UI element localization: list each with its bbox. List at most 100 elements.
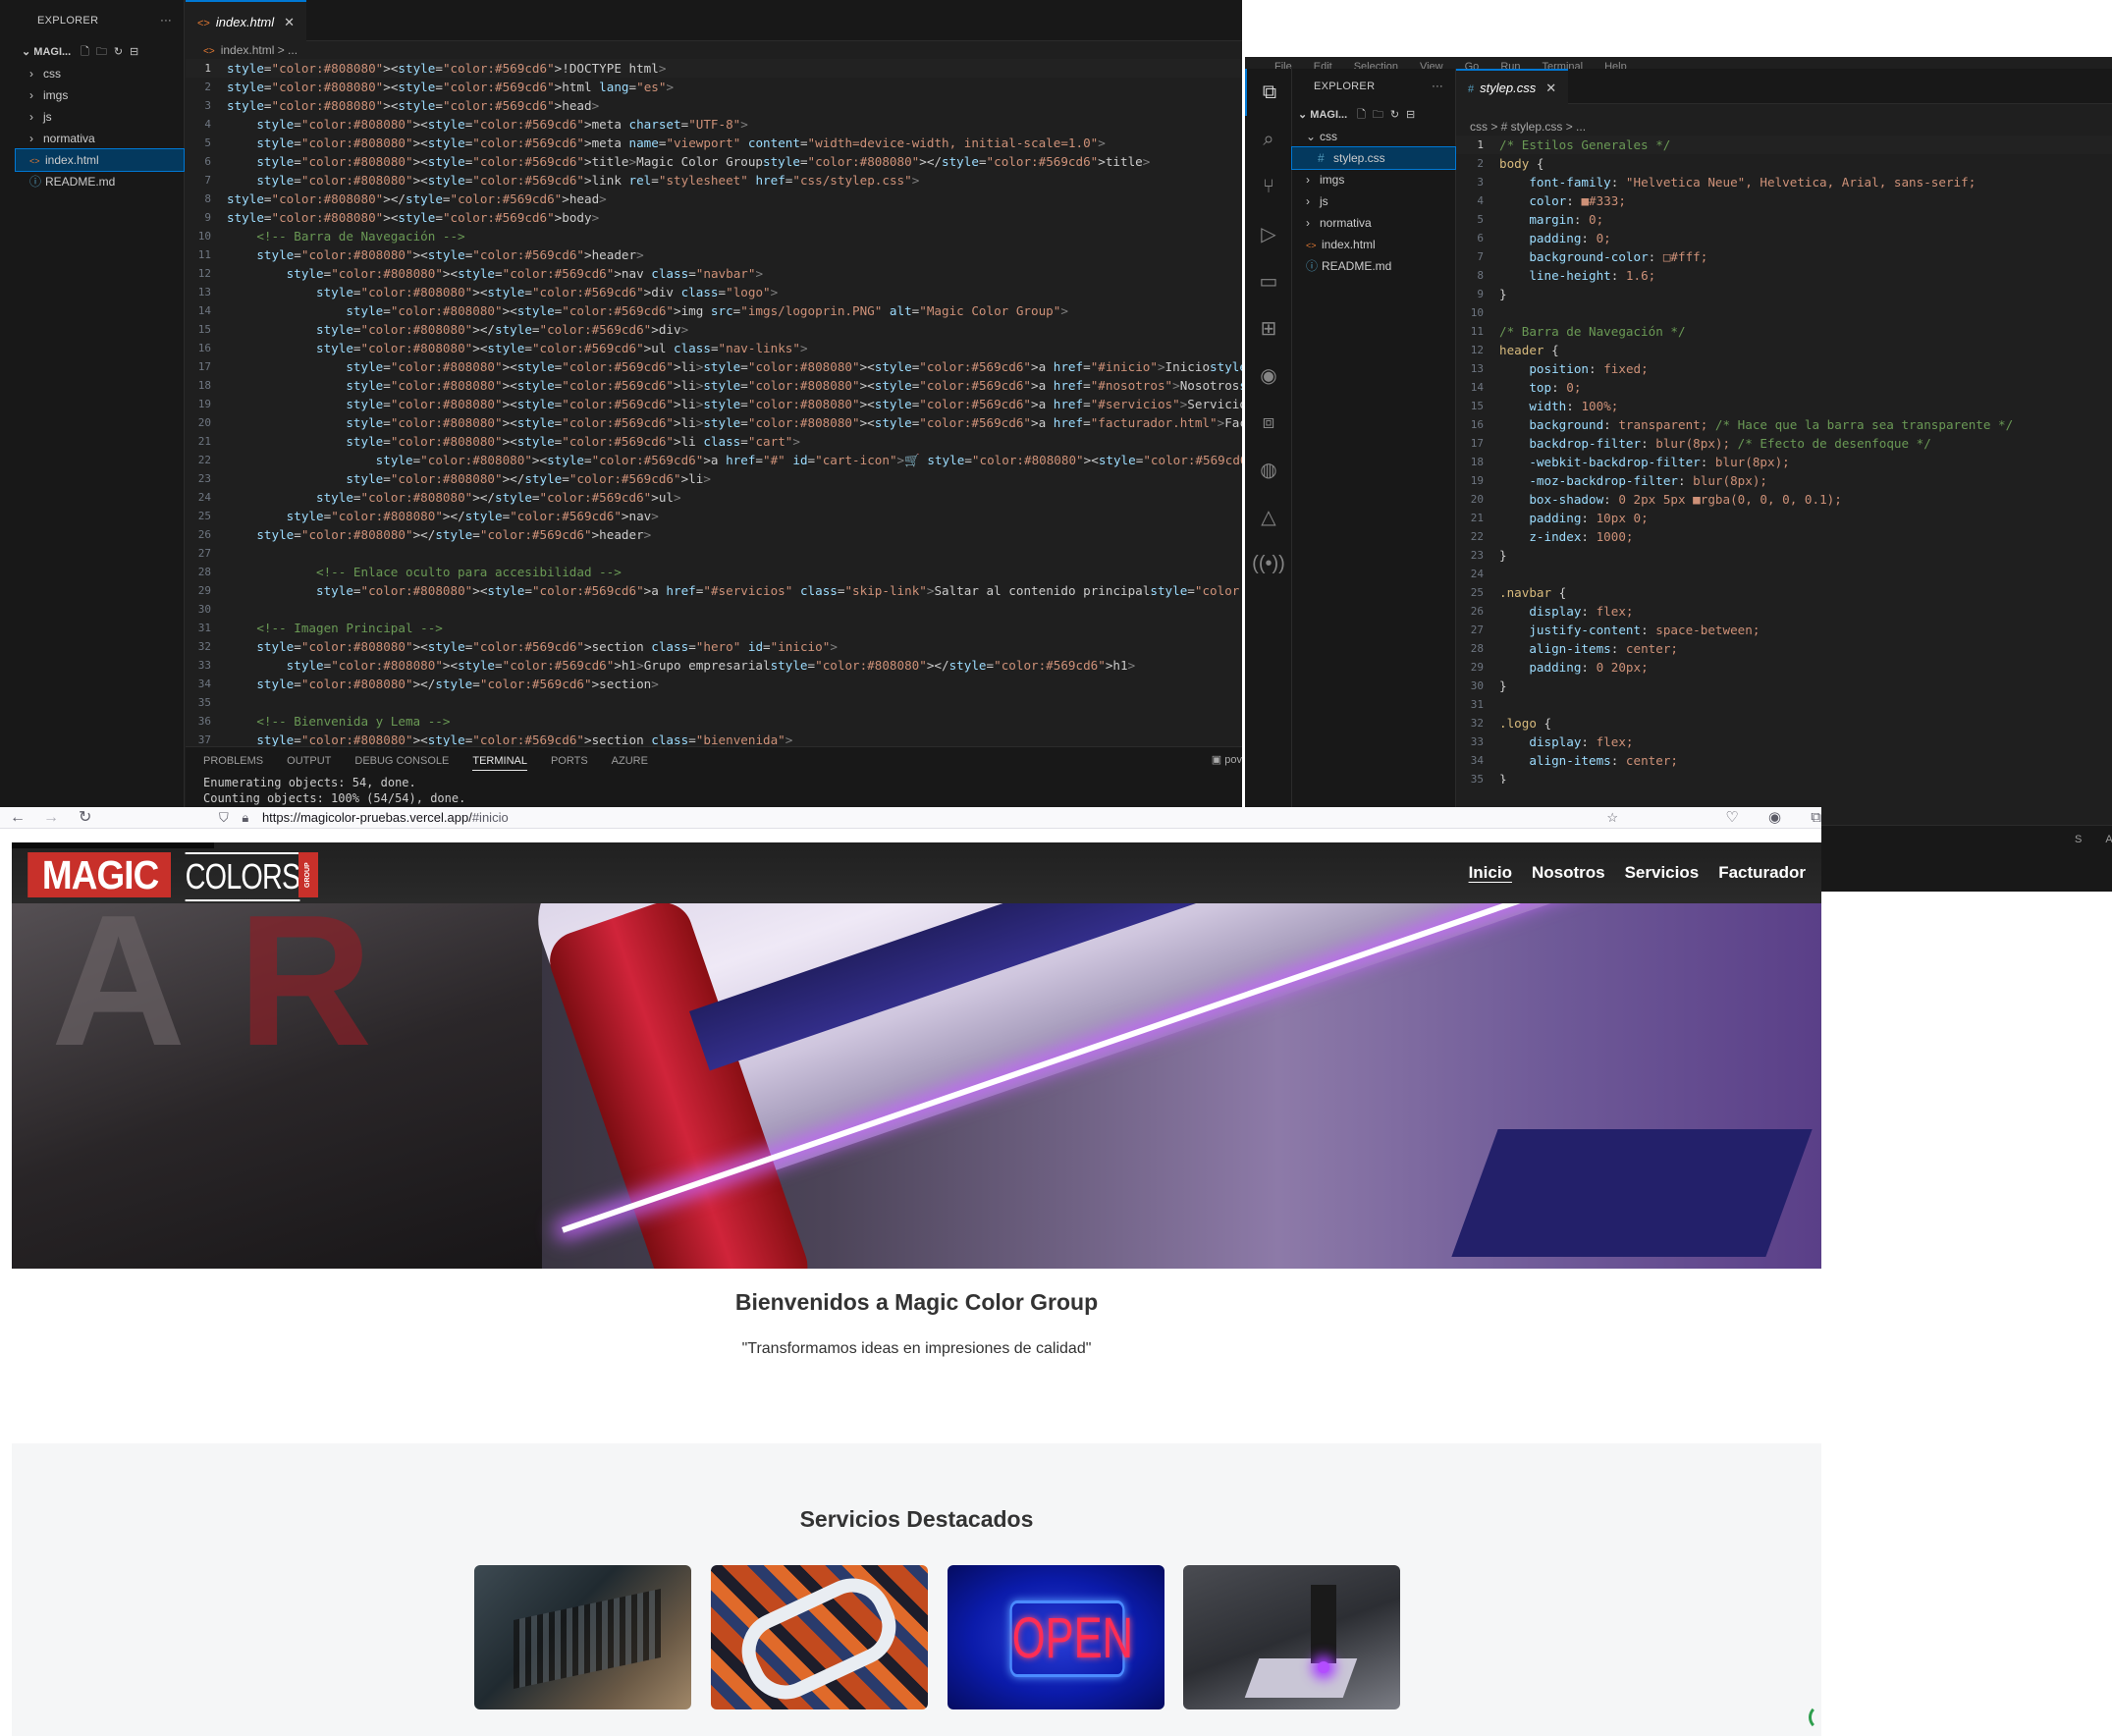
code-line[interactable]: 25 .navbar { bbox=[1456, 583, 2112, 602]
code-line[interactable]: 33 display: flex; bbox=[1456, 732, 2112, 751]
code-line[interactable]: 29 padding: 0 20px; bbox=[1456, 658, 2112, 677]
source-control-icon[interactable]: ⑂ bbox=[1245, 163, 1292, 210]
code-line[interactable]: 9 style="color:#808080"><style="color:#56… bbox=[186, 208, 1242, 227]
code-line[interactable]: 26 style="color:#808080"></style="color:… bbox=[186, 525, 1242, 544]
breadcrumb[interactable]: <> index.html > ... bbox=[186, 41, 1242, 59]
code-line[interactable]: 22 style="color:#808080"><style="color:#… bbox=[186, 451, 1242, 469]
code-line[interactable]: 13 style="color:#808080"><style="color:#… bbox=[186, 283, 1242, 301]
code-line[interactable]: 20 style="color:#808080"><style="color:#… bbox=[186, 413, 1242, 432]
code-line[interactable]: 27 bbox=[186, 544, 1242, 563]
code-line[interactable]: 8 style="color:#808080"></style="color:#5… bbox=[186, 190, 1242, 208]
github-icon[interactable]: ◉ bbox=[1245, 352, 1292, 399]
close-icon[interactable]: ✕ bbox=[1545, 81, 1556, 95]
code-line[interactable]: 4 color: ■#333; bbox=[1456, 191, 2112, 210]
code-line[interactable]: 13 position: fixed; bbox=[1456, 359, 2112, 378]
menu-item-go[interactable]: Go bbox=[1465, 61, 1480, 70]
menu-item-help[interactable]: Help bbox=[1604, 61, 1627, 70]
back-icon[interactable]: ← bbox=[10, 807, 26, 829]
more-actions-icon[interactable]: ··· bbox=[1432, 69, 1443, 104]
code-line[interactable]: 21 style="color:#808080"><style="color:#… bbox=[186, 432, 1242, 451]
terminal-output[interactable]: Enumerating objects: 54, done. Counting o… bbox=[186, 775, 1242, 806]
code-editor[interactable]: 1 /* Estilos Generales */ 2 body {3 font-fa… bbox=[1456, 136, 2112, 784]
code-line[interactable]: 9} bbox=[1456, 285, 2112, 303]
menu-item-file[interactable]: File bbox=[1274, 61, 1292, 70]
code-editor[interactable]: 1 style="color:#808080"><style="color:#56… bbox=[186, 59, 1242, 746]
menu-item-edit[interactable]: Edit bbox=[1314, 61, 1332, 70]
tree-item-js[interactable]: › js bbox=[16, 106, 184, 128]
code-line[interactable]: 23} bbox=[1456, 546, 2112, 565]
code-line[interactable]: 8 line-height: 1.6; bbox=[1456, 266, 2112, 285]
code-line[interactable]: 15 style="color:#808080"></style="color:… bbox=[186, 320, 1242, 339]
code-line[interactable]: 30 bbox=[186, 600, 1242, 619]
nav-link-nosotros[interactable]: Nosotros bbox=[1532, 863, 1605, 883]
account-icon[interactable]: ◉ bbox=[1768, 809, 1781, 826]
code-line[interactable]: 7 style="color:#808080"><style="color:#5… bbox=[186, 171, 1242, 190]
service-card-3d-letters[interactable] bbox=[711, 1565, 928, 1709]
tab-index-html[interactable]: <> index.html ✕ bbox=[186, 0, 307, 41]
search-icon[interactable]: ⌕ bbox=[1245, 116, 1292, 163]
code-line[interactable]: 7 background-color: □#fff; bbox=[1456, 247, 2112, 266]
panel-tab-problems[interactable]: PROBLEMS bbox=[203, 755, 263, 767]
code-line[interactable]: 18 style="color:#808080"><style="color:#… bbox=[186, 376, 1242, 395]
code-line[interactable]: 16 background: transparent; /* Hace que … bbox=[1456, 415, 2112, 434]
extensions-icon[interactable]: ⧉ bbox=[1811, 809, 1821, 826]
code-line[interactable]: 10 <!-- Barra de Navegación --> bbox=[186, 227, 1242, 245]
code-line[interactable]: 16 style="color:#808080"><style="color:#… bbox=[186, 339, 1242, 357]
code-line[interactable]: 14 style="color:#808080"><style="color:#… bbox=[186, 301, 1242, 320]
code-line[interactable]: 15 width: 100%; bbox=[1456, 397, 2112, 415]
tree-item-stylep-css[interactable]: # stylep.css bbox=[1291, 146, 1456, 170]
code-line[interactable]: 2 body { bbox=[1456, 154, 2112, 173]
panel-tab-azure[interactable]: AZURE bbox=[2105, 834, 2112, 845]
remote-explorer-icon[interactable]: ▭ bbox=[1245, 257, 1292, 304]
code-line[interactable]: 17 backdrop-filter: blur(8px); /* Efecto… bbox=[1456, 434, 2112, 453]
code-line[interactable]: 35 bbox=[186, 693, 1242, 712]
close-icon[interactable]: ✕ bbox=[284, 15, 295, 29]
azure-icon[interactable]: △ bbox=[1245, 493, 1292, 540]
menu-item-run[interactable]: Run bbox=[1500, 61, 1520, 70]
reload-icon[interactable]: ↻ bbox=[79, 807, 91, 829]
code-line[interactable]: 17 style="color:#808080"><style="color:#… bbox=[186, 357, 1242, 376]
code-line[interactable]: 3 style="color:#808080"><style="color:#56… bbox=[186, 96, 1242, 115]
code-line[interactable]: 29 style="color:#808080"><style="color:#… bbox=[186, 581, 1242, 600]
code-line[interactable]: 36 <!-- Bienvenida y Lema --> bbox=[186, 712, 1242, 731]
code-line[interactable]: 32 .logo { bbox=[1456, 714, 2112, 732]
breadcrumb[interactable]: css > # stylep.css > ... bbox=[1456, 118, 2112, 136]
code-line[interactable]: 6 style="color:#808080"><style="color:#5… bbox=[186, 152, 1242, 171]
code-line[interactable]: 34 style="color:#808080"></style="color:… bbox=[186, 675, 1242, 693]
live-share-icon[interactable]: ((•)) bbox=[1245, 540, 1292, 587]
pocket-icon[interactable]: ♡ bbox=[1725, 809, 1738, 826]
code-line[interactable]: 31 bbox=[1456, 695, 2112, 714]
code-line[interactable]: 28 align-items: center; bbox=[1456, 639, 2112, 658]
panel-tab-ports[interactable]: PORTS bbox=[551, 755, 588, 767]
menu-item-view[interactable]: View bbox=[1420, 61, 1443, 70]
tree-item-css[interactable]: ⌄ css bbox=[1292, 126, 1455, 147]
code-line[interactable]: 31 <!-- Imagen Principal --> bbox=[186, 619, 1242, 637]
panel-tab-s[interactable]: S bbox=[2075, 834, 2082, 845]
code-line[interactable]: 37 style="color:#808080"><style="color:#… bbox=[186, 731, 1242, 746]
explorer-root[interactable]: ⌄ MAGI... 🗋🗀↻⊟ bbox=[16, 41, 184, 63]
tab-stylep-css[interactable]: # stylep.css ✕ bbox=[1456, 69, 1569, 104]
tree-item-normativa[interactable]: › normativa bbox=[1292, 212, 1455, 234]
code-line[interactable]: 23 style="color:#808080"></style="color:… bbox=[186, 469, 1242, 488]
panel-tab-debug-console[interactable]: DEBUG CONSOLE bbox=[354, 755, 449, 767]
tree-item-index-html[interactable]: <> index.html bbox=[1292, 234, 1455, 255]
panel-tab-terminal[interactable]: TERMINAL bbox=[472, 755, 527, 771]
code-line[interactable]: 33 style="color:#808080"><style="color:#… bbox=[186, 656, 1242, 675]
code-line[interactable]: 22 z-index: 1000; bbox=[1456, 527, 2112, 546]
tree-item-js[interactable]: › js bbox=[1292, 190, 1455, 212]
code-line[interactable]: 3 font-family: "Helvetica Neue", Helveti… bbox=[1456, 173, 2112, 191]
explorer-toolbar-icons[interactable]: 🗋🗀↻⊟ bbox=[81, 41, 145, 63]
code-line[interactable]: 20 box-shadow: 0 2px 5px ■rgba(0, 0, 0, … bbox=[1456, 490, 2112, 509]
menu-item-selection[interactable]: Selection bbox=[1354, 61, 1398, 70]
panel-tab-output[interactable]: OUTPUT bbox=[287, 755, 331, 767]
code-line[interactable]: 5 style="color:#808080"><style="color:#5… bbox=[186, 134, 1242, 152]
forward-icon[interactable]: → bbox=[43, 807, 59, 829]
nav-link-servicios[interactable]: Servicios bbox=[1625, 863, 1700, 883]
tree-item-index-html[interactable]: <> index.html bbox=[15, 148, 185, 172]
nav-link-inicio[interactable]: Inicio bbox=[1469, 863, 1512, 883]
code-line[interactable]: 12 header { bbox=[1456, 341, 2112, 359]
code-line[interactable]: 11 style="color:#808080"><style="color:#… bbox=[186, 245, 1242, 264]
powershell-icon[interactable]: ▣ pov bbox=[1212, 753, 1242, 766]
code-line[interactable]: 18 -webkit-backdrop-filter: blur(8px); bbox=[1456, 453, 2112, 471]
copilot-icon[interactable]: ◍ bbox=[1245, 446, 1292, 493]
